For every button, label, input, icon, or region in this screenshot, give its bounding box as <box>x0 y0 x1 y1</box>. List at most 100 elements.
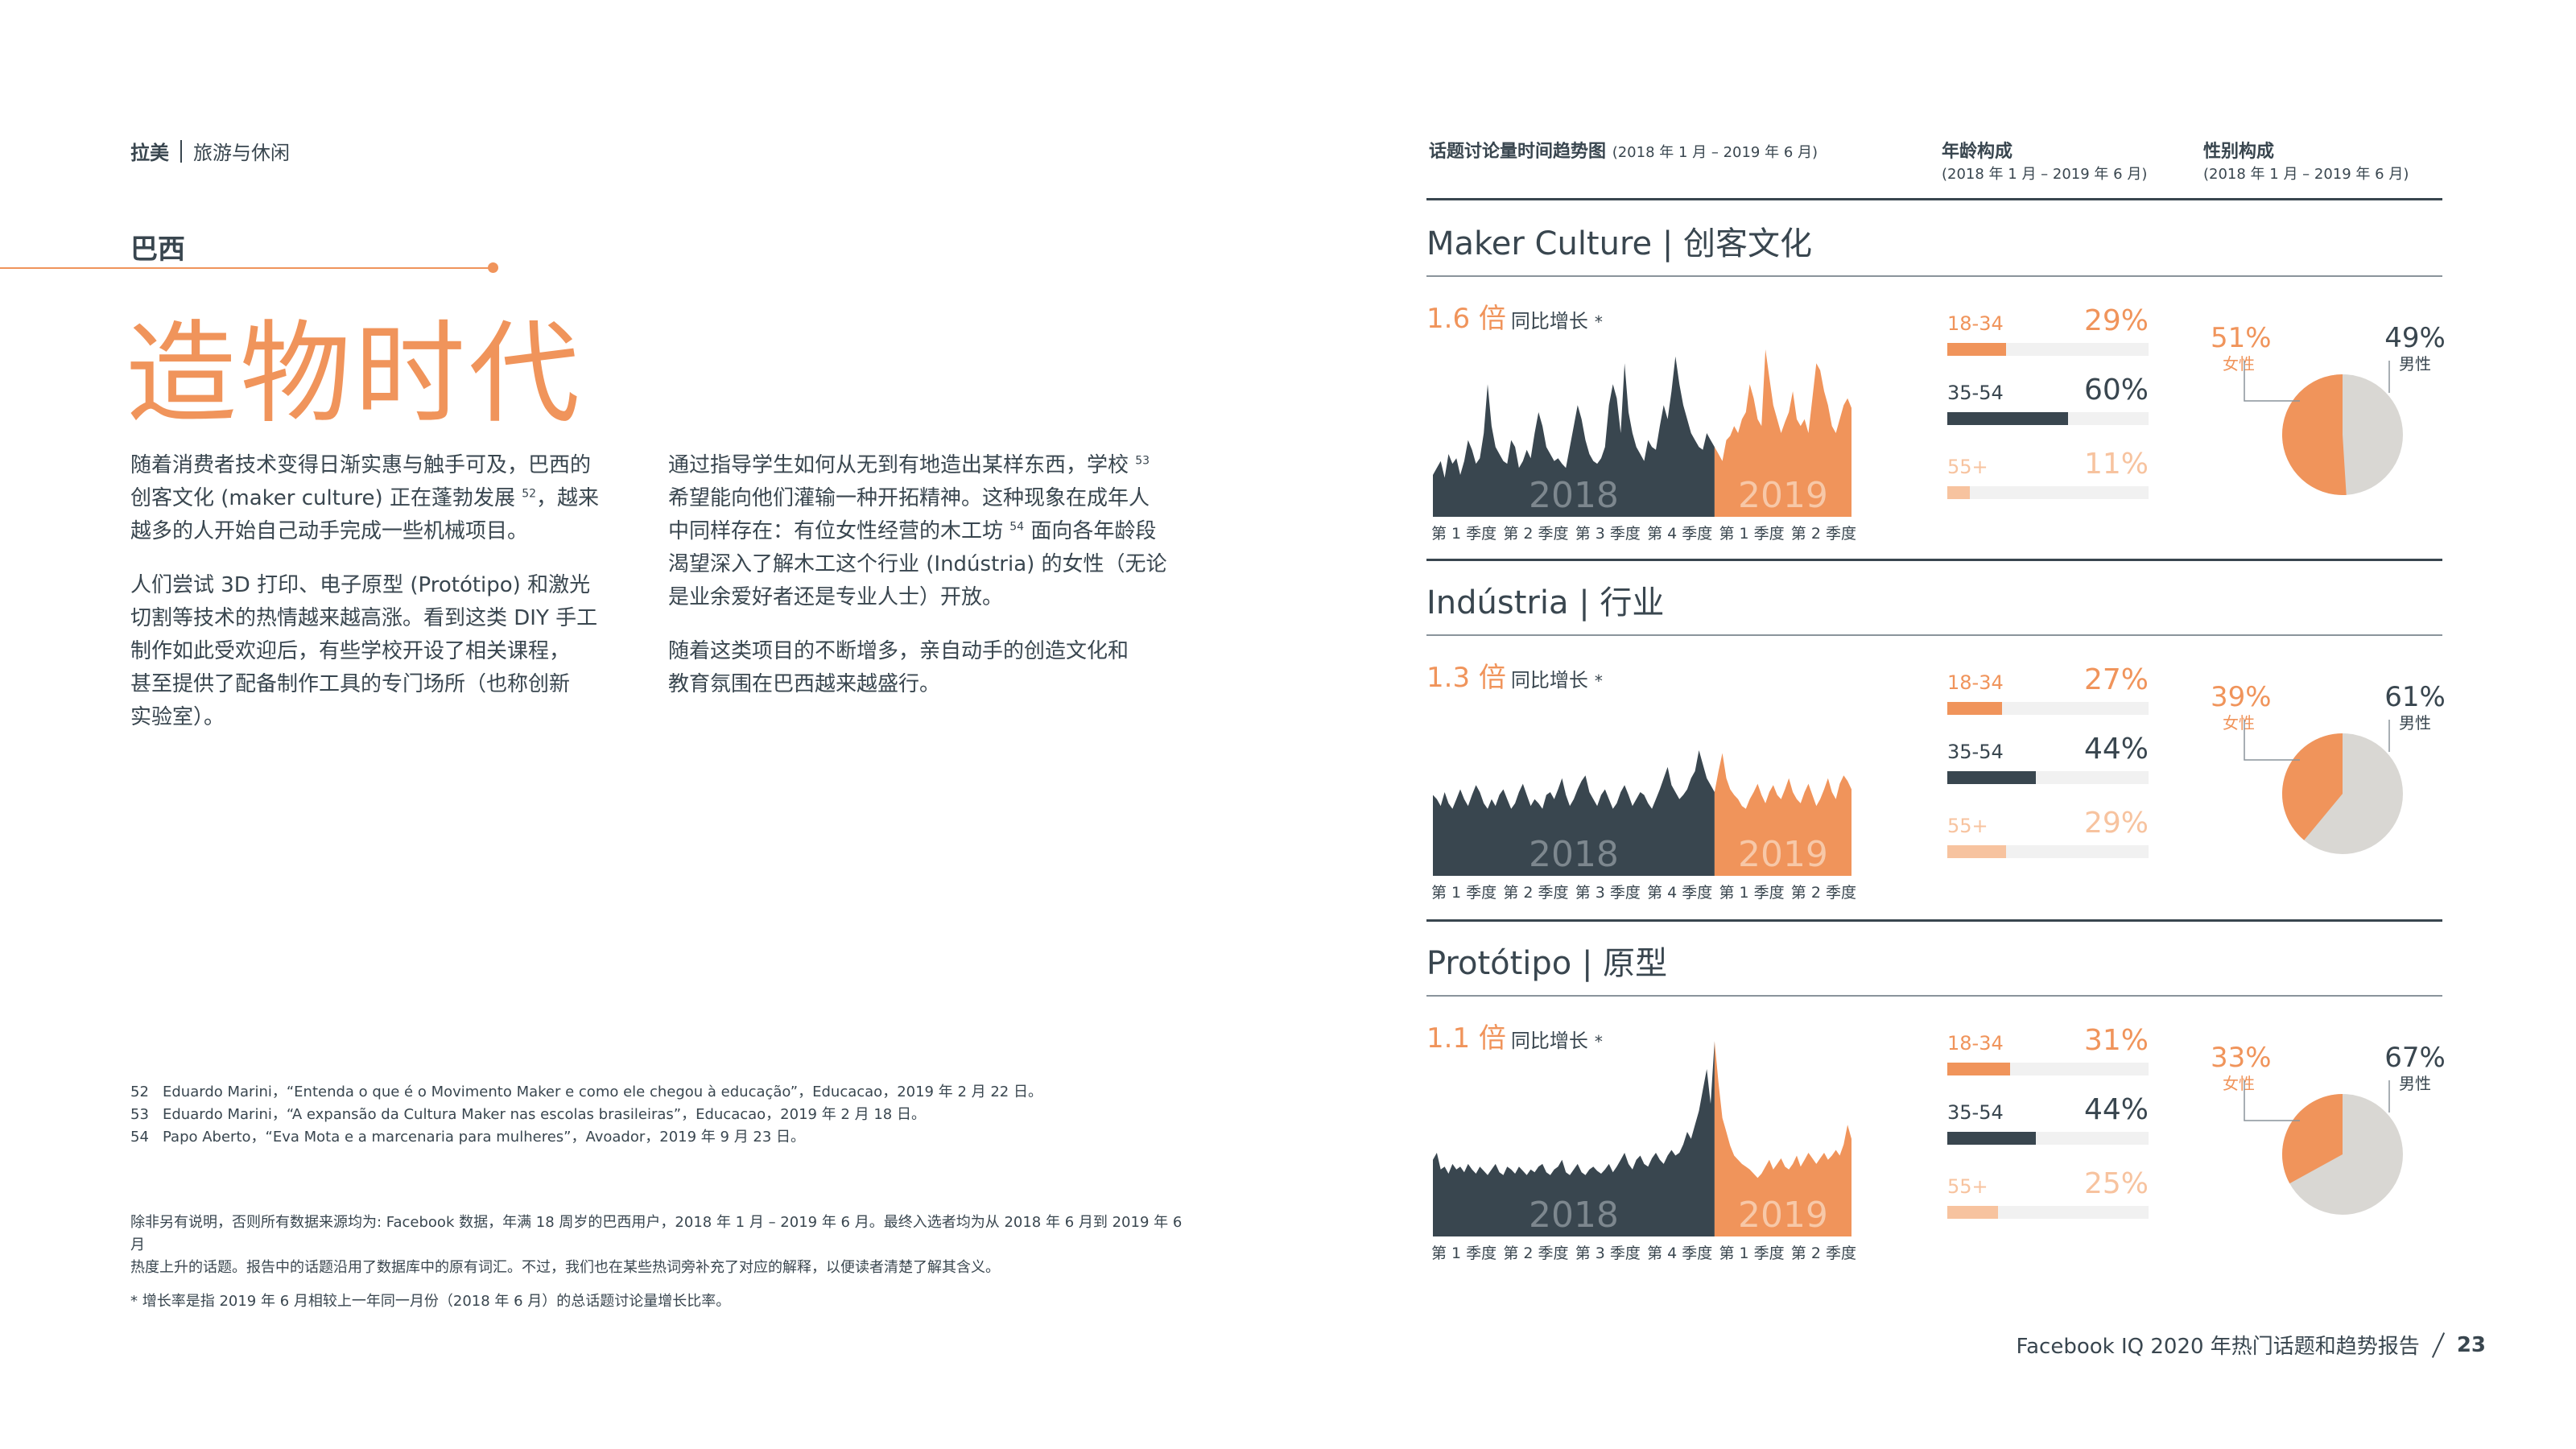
breadcrumb-divider <box>180 139 182 163</box>
age-group-row: 18-34 27% <box>1947 663 2149 715</box>
body-column-1: 随着消费者技术变得日渐实惠与触手可及，巴西的 创客文化 (maker cultu… <box>130 449 630 755</box>
quarter-label: 第 1 季度 <box>1431 525 1497 543</box>
body-paragraph: 随着消费者技术变得日渐实惠与触手可及，巴西的 创客文化 (maker cultu… <box>130 449 630 548</box>
body-text: 切割等技术的热情越来越高涨。看到这类 DIY 手工 <box>130 606 598 630</box>
year-label-2019: 2019 <box>1738 475 1828 516</box>
accent-dot <box>488 262 498 273</box>
gender-pie-chart <box>2244 361 2403 495</box>
quarter-label: 第 2 季度 <box>1503 1245 1569 1262</box>
footnote-ref[interactable]: 53 <box>1135 454 1150 467</box>
male-percent: 67% <box>2384 1042 2446 1074</box>
footnote-number: 54 <box>130 1129 149 1146</box>
age-bar-track <box>1947 486 2149 499</box>
age-group-label: 35-54 <box>1947 1101 2004 1124</box>
topic-title: Maker Culture | 创客文化 <box>1426 225 1813 262</box>
age-group-row: 35-54 60% <box>1947 374 2149 425</box>
year-label-2019: 2019 <box>1738 1195 1828 1236</box>
footnotes: 52 Eduardo Marini，“Entenda o que é o Movi… <box>130 1081 1096 1149</box>
topic-divider <box>1426 634 2442 636</box>
age-bar-fill <box>1947 702 2002 715</box>
quarter-labels: 第 1 季度第 2 季度第 3 季度第 4 季度第 1 季度第 2 季度 <box>1431 881 1856 902</box>
female-leader-line <box>2244 720 2300 761</box>
footnote-item: 54 Papo Aberto，“Eva Mota e a marcenaria p… <box>130 1126 1096 1149</box>
gender-pie-chart <box>2244 720 2403 854</box>
body-text: 越多的人开始自己动手完成一些机械项目。 <box>130 519 529 543</box>
trend-header-title: 话题讨论量时间趋势图 <box>1429 142 1607 162</box>
age-bar-fill <box>1947 1132 2036 1145</box>
age-bar-track <box>1947 412 2149 425</box>
footnote-number: 52 <box>130 1084 149 1100</box>
age-bar-fill <box>1947 343 2006 356</box>
body-text: 通过指导学生如何从无到有地造出某样东西，学校 <box>668 453 1136 477</box>
age-header-title: 年龄构成 <box>1942 142 2013 162</box>
footnote-ref[interactable]: 54 <box>1009 520 1024 533</box>
quarter-label: 第 4 季度 <box>1647 525 1713 543</box>
topic-divider <box>1426 275 2442 277</box>
body-text: 制作如此受欢迎后，有些学校开设了相关课程， <box>130 639 571 663</box>
age-bar-track <box>1947 1063 2149 1075</box>
topic-title: Indústria | 行业 <box>1426 584 1665 621</box>
quarter-label: 第 1 季度 <box>1719 525 1785 543</box>
footer-report-title: Facebook IQ 2020 年热门话题和趋势报告 <box>2016 1335 2420 1359</box>
body-paragraph: 人们尝试 3D 打印、电子原型 (Protótipo) 和激光 切割等技术的热情… <box>130 569 630 734</box>
gender-header-title: 性别构成 <box>2203 142 2275 162</box>
body-text: 教育氛围在巴西越来越盛行。 <box>668 672 941 696</box>
breadcrumb-region: 拉美 <box>130 142 169 164</box>
trend-area-chart: 2018 2019 <box>1433 1041 1852 1236</box>
accent-line <box>0 267 493 269</box>
year-label-2019: 2019 <box>1738 834 1828 875</box>
age-bar-fill <box>1947 1206 1998 1219</box>
footer-divider <box>2431 1331 2445 1358</box>
age-group-label: 35-54 <box>1947 741 2004 763</box>
age-group-percent: 29% <box>2083 807 2149 840</box>
age-group-label: 55+ <box>1947 1175 1988 1198</box>
disclaimer-growth-note: * 增长率是指 2019 年 6 月相较上一年同一月份（2018 年 6 月）的… <box>130 1293 731 1310</box>
body-text: 面向各年龄段 <box>1024 519 1157 543</box>
footnote-ref[interactable]: 52 <box>522 487 536 500</box>
footnote-item: 53 Eduardo Marini，“A expansão da Cultura … <box>130 1104 1096 1126</box>
age-group-row: 18-34 29% <box>1947 304 2149 356</box>
female-percent: 39% <box>2211 681 2272 713</box>
age-group-label: 18-34 <box>1947 1032 2004 1055</box>
body-text: 是业余爱好者还是专业人士）开放。 <box>668 585 1004 609</box>
quarter-label: 第 1 季度 <box>1431 1245 1497 1262</box>
age-group-label: 55+ <box>1947 456 1988 478</box>
trend-header-range: (2018 年 1 月 – 2019 年 6 月) <box>1612 144 1818 161</box>
age-bar-track <box>1947 1132 2149 1145</box>
age-header-range: (2018 年 1 月 – 2019 年 6 月) <box>1942 166 2148 183</box>
section-divider <box>1426 919 2442 922</box>
age-group-percent: 60% <box>2083 374 2149 407</box>
disclaimer-text: 热度上升的话题。报告中的话题沿用了数据库中的原有词汇。不过，我们也在某些热词旁补… <box>130 1259 1000 1276</box>
age-group-percent: 25% <box>2083 1167 2149 1200</box>
quarter-label: 第 4 季度 <box>1647 1245 1713 1262</box>
age-bar-fill <box>1947 486 1970 499</box>
quarter-label: 第 2 季度 <box>1503 525 1569 543</box>
page-number: 23 <box>2456 1332 2486 1357</box>
age-group-row: 55+ 11% <box>1947 448 2149 499</box>
quarter-label: 第 3 季度 <box>1575 525 1641 543</box>
pie-slice-female <box>2281 374 2347 495</box>
age-group-label: 18-34 <box>1947 312 2004 335</box>
female-leader-line <box>2244 1080 2300 1121</box>
age-bar-fill <box>1947 845 2006 858</box>
body-text: 希望能向他们灌输一种开拓精神。这种现象在成年人 <box>668 486 1150 510</box>
year-label-2018: 2018 <box>1529 834 1619 875</box>
age-group-row: 35-54 44% <box>1947 1093 2149 1145</box>
body-paragraph: 随着这类项目的不断增多，亲自动手的创造文化和 教育氛围在巴西越来越盛行。 <box>668 635 1183 701</box>
quarter-labels: 第 1 季度第 2 季度第 3 季度第 4 季度第 1 季度第 2 季度 <box>1431 1241 1856 1263</box>
age-group-label: 18-34 <box>1947 671 2004 694</box>
age-group-row: 18-34 31% <box>1947 1024 2149 1075</box>
quarter-labels: 第 1 季度第 2 季度第 3 季度第 4 季度第 1 季度第 2 季度 <box>1431 522 1856 543</box>
age-group-percent: 27% <box>2083 663 2149 696</box>
age-group-row: 35-54 44% <box>1947 733 2149 784</box>
body-text: 实验室）。 <box>130 705 225 729</box>
body-text: 中同样存在：有位女性经营的木工坊 <box>668 519 1010 543</box>
quarter-label: 第 1 季度 <box>1719 1245 1785 1262</box>
header-divider <box>1426 198 2442 200</box>
trend-header: 话题讨论量时间趋势图 (2018 年 1 月 – 2019 年 6 月) <box>1429 137 1818 163</box>
disclaimer-source: 除非另有说明，否则所有数据来源均为: Facebook 数据，年满 18 周岁的… <box>130 1212 1201 1279</box>
footnote-item: 52 Eduardo Marini，“Entenda o que é o Movi… <box>130 1081 1096 1104</box>
age-group-row: 55+ 29% <box>1947 807 2149 858</box>
gender-header: 性别构成 (2018 年 1 月 – 2019 年 6 月) <box>2203 137 2409 184</box>
age-group-label: 35-54 <box>1947 382 2004 404</box>
